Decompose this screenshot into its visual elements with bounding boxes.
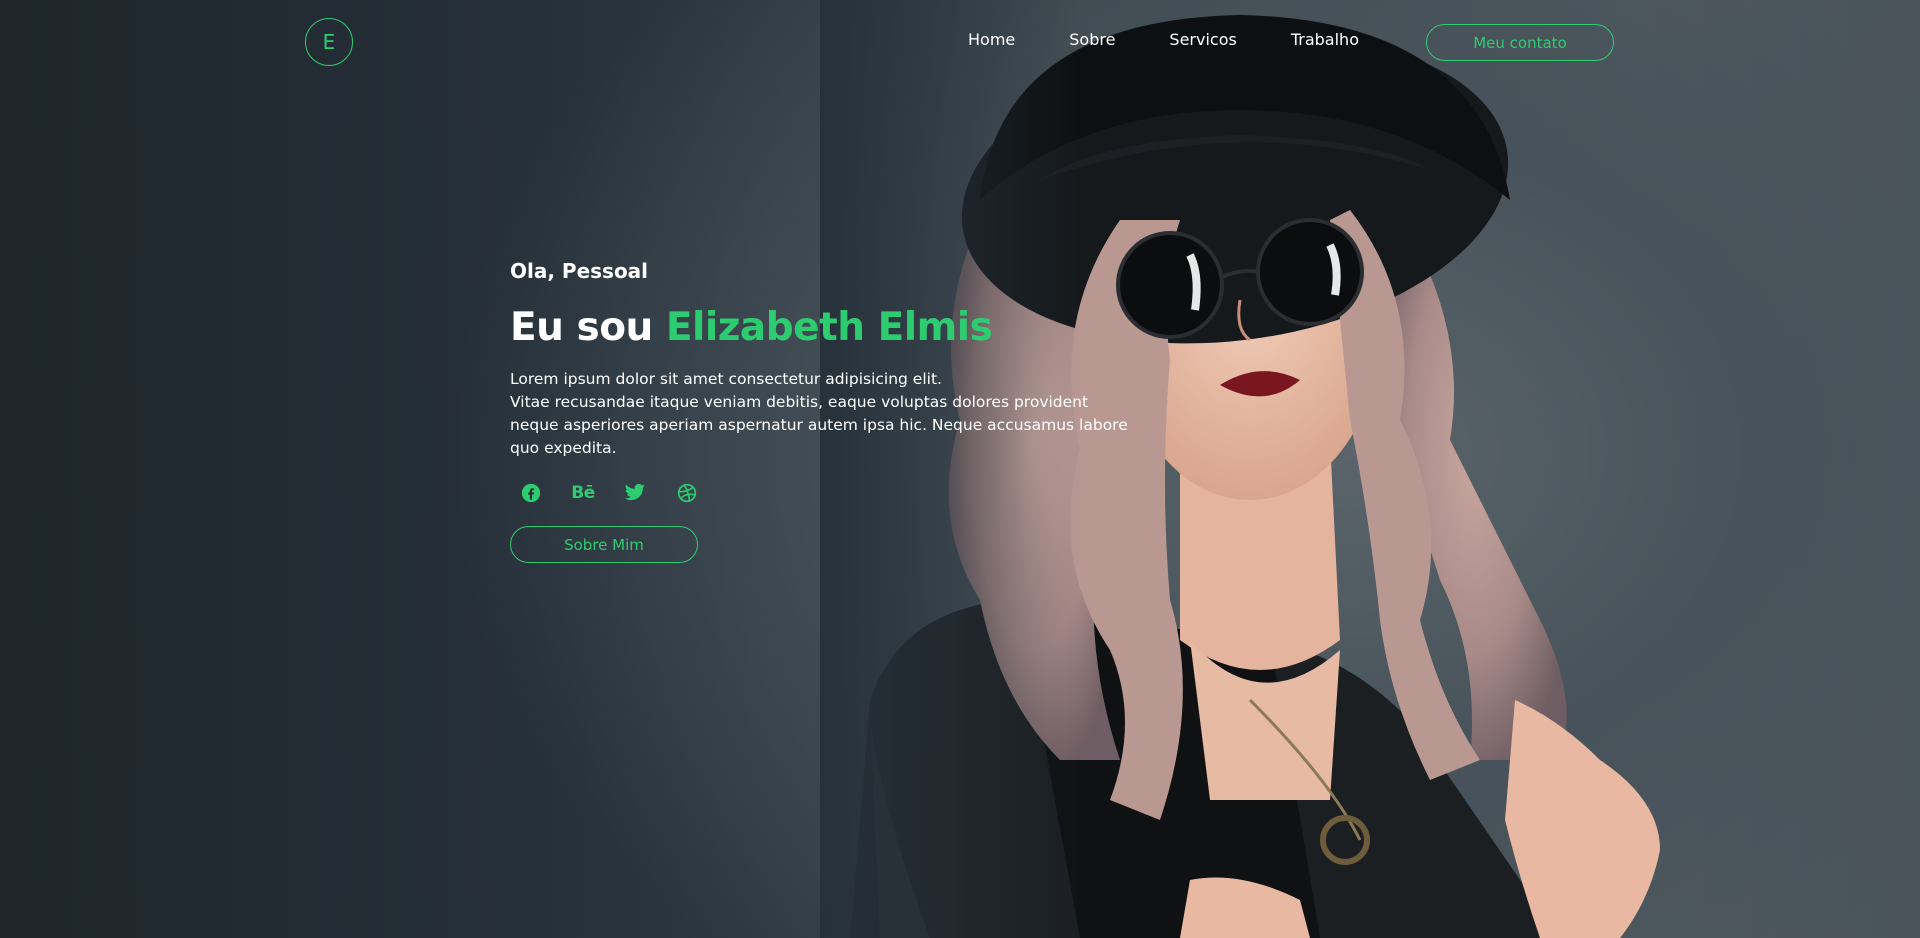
greeting: Ola, Pessoal xyxy=(510,259,649,283)
intro-block: Ola, Pessoal Eu sou Elizabeth Elmis Lore… xyxy=(510,255,1150,563)
facebook-icon[interactable] xyxy=(520,482,542,504)
twitter-icon[interactable] xyxy=(624,482,646,504)
nav-servicos[interactable]: Servicos xyxy=(1169,30,1236,49)
social-links: Bē xyxy=(520,482,1150,504)
contact-button[interactable]: Meu contato xyxy=(1426,24,1614,61)
headline-prefix: Eu sou xyxy=(510,305,653,350)
dribbble-icon[interactable] xyxy=(676,482,698,504)
about-button[interactable]: Sobre Mim xyxy=(510,526,698,563)
description: Lorem ipsum dolor sit amet consectetur a… xyxy=(510,368,1130,460)
main-nav: Home Sobre Servicos Trabalho xyxy=(968,30,1359,49)
nav-trabalho[interactable]: Trabalho xyxy=(1291,30,1359,49)
logo[interactable]: E xyxy=(305,18,353,66)
description-line-1: Lorem ipsum dolor sit amet consectetur a… xyxy=(510,370,942,388)
nav-sobre[interactable]: Sobre xyxy=(1069,30,1115,49)
description-line-2: Vitae recusandae itaque veniam debitis, … xyxy=(510,393,1128,457)
logo-letter: E xyxy=(322,30,336,54)
nav-home[interactable]: Home xyxy=(968,30,1015,49)
hero-section: E Home Sobre Servicos Trabalho Meu conta… xyxy=(0,0,1920,938)
headline: Eu sou Elizabeth Elmis xyxy=(510,305,1150,350)
headline-name: Elizabeth Elmis xyxy=(665,305,993,350)
behance-icon[interactable]: Bē xyxy=(571,482,595,504)
